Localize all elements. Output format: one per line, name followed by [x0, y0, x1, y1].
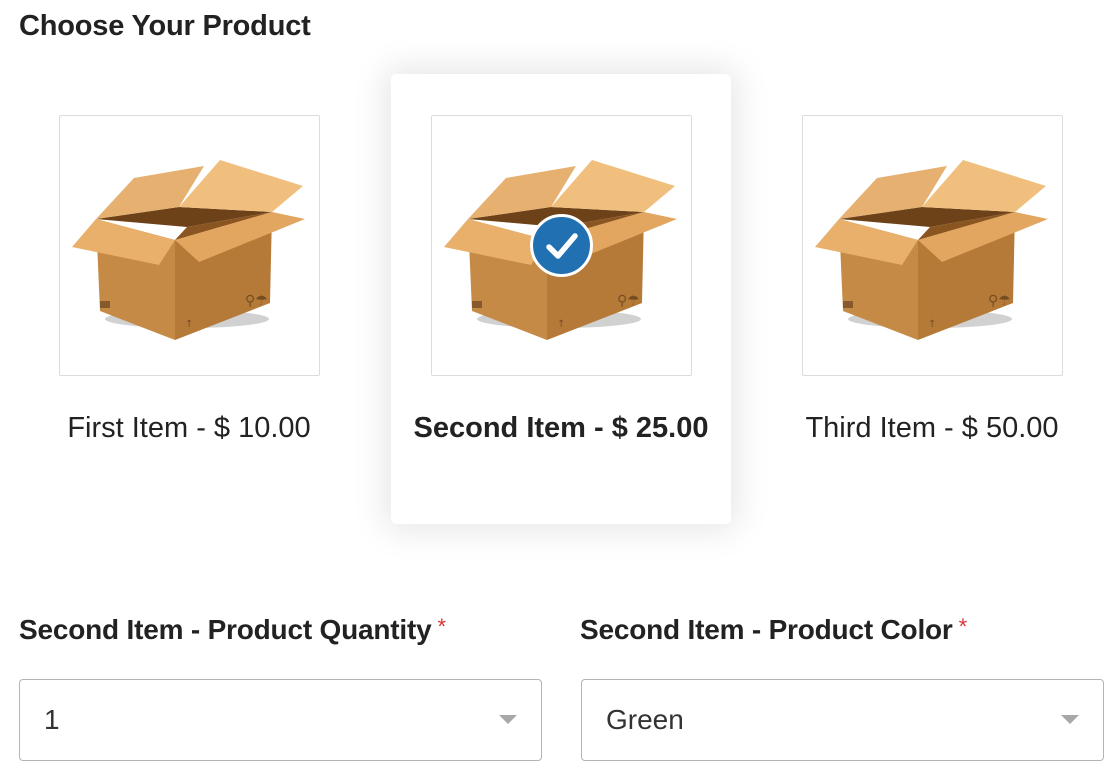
product-choice-first[interactable]: ⚲☂ ↑ First Item - $ 10.00 — [19, 74, 359, 524]
color-select[interactable]: Green — [581, 679, 1104, 761]
product-image: ⚲☂ ↑ — [431, 115, 692, 376]
color-label: Second Item - Product Color * — [580, 614, 967, 646]
product-image: ⚲☂ ↑ — [59, 115, 320, 376]
cardboard-box-icon: ⚲☂ ↑ — [72, 160, 305, 340]
svg-text:↑: ↑ — [928, 319, 936, 330]
chevron-down-icon — [499, 715, 517, 724]
svg-text:↑: ↑ — [185, 319, 193, 330]
required-marker: * — [437, 614, 446, 639]
product-label: Third Item - $ 50.00 — [805, 412, 1059, 444]
chevron-down-icon — [1061, 715, 1079, 724]
svg-text:↑: ↑ — [557, 319, 565, 330]
quantity-select[interactable]: 1 — [19, 679, 542, 761]
checkmark-icon — [530, 214, 593, 277]
required-marker: * — [958, 614, 968, 639]
product-label: Second Item - $ 25.00 — [413, 412, 709, 444]
quantity-select-value: 1 — [44, 704, 60, 735]
svg-text:⚲☂: ⚲☂ — [617, 293, 640, 309]
product-image: ⚲☂ ↑ — [802, 115, 1063, 376]
quantity-label: Second Item - Product Quantity * — [19, 614, 446, 646]
product-choice-third[interactable]: ⚲☂ ↑ Third Item - $ 50.00 — [762, 74, 1102, 524]
svg-text:⚲☂: ⚲☂ — [245, 293, 268, 309]
product-label: First Item - $ 10.00 — [67, 412, 311, 444]
section-title: Choose Your Product — [19, 10, 311, 42]
svg-text:⚲☂: ⚲☂ — [988, 293, 1011, 309]
cardboard-box-icon: ⚲☂ ↑ — [815, 160, 1048, 340]
quantity-label-text: Second Item - Product Quantity — [19, 614, 432, 645]
color-label-text: Second Item - Product Color — [580, 614, 953, 645]
product-form: Choose Your Product ⚲☂ ↑ First Item - $ … — [0, 0, 1116, 782]
product-choice-second[interactable]: ⚲☂ ↑ Second Item - $ 25.00 — [391, 74, 731, 524]
color-select-value: Green — [606, 704, 684, 735]
